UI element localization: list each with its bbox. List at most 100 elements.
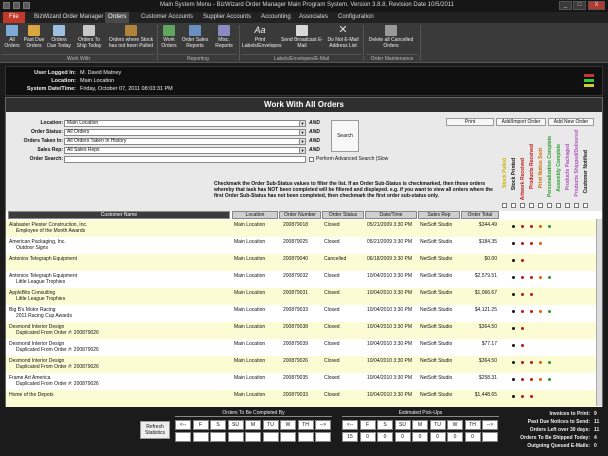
col-order-total[interactable]: Order Total [461, 211, 499, 219]
order-sales-reports-button[interactable]: Order Sales Reports [181, 25, 209, 53]
search-button[interactable]: Search [331, 120, 359, 152]
misc-reports-button[interactable]: Misc. Reports [211, 25, 237, 53]
all-orders-button[interactable]: All Orders [2, 25, 22, 53]
cell-order-number: 200879035 [283, 375, 309, 381]
add-import-order-button[interactable]: Add/Import Order [496, 118, 546, 126]
tab-bizwizard[interactable]: BizWizard Order Manager [31, 12, 106, 23]
col-order-status[interactable]: Order Status [322, 211, 364, 219]
grid-scrollbar[interactable] [596, 219, 602, 406]
substatus-checkbox[interactable] [529, 203, 534, 208]
sales-rep-select[interactable]: All Sales Reps ▼ [64, 147, 306, 154]
stat-label: Past Due Notices to Send: [527, 419, 590, 425]
col-location[interactable]: Location [232, 211, 278, 219]
substatus-dot [512, 310, 515, 313]
col-customer-name[interactable]: Customer Name [8, 211, 230, 219]
substatus-checkbox[interactable] [583, 203, 588, 208]
substatus-checkbox[interactable] [565, 203, 570, 208]
close-button[interactable]: X [588, 1, 605, 10]
print-labels-button[interactable]: Aa Print Labels/Envelopes [242, 25, 281, 53]
col-datetime[interactable]: Date/Time [365, 211, 417, 219]
tab-accounting[interactable]: Accounting [258, 12, 294, 23]
print-button[interactable]: Print [446, 118, 494, 126]
table-row[interactable]: Big B's Motor Racing Main Location 2008790… [6, 305, 602, 322]
order-search-input[interactable] [64, 156, 306, 163]
calendar-nav-button[interactable]: <-- [175, 420, 191, 430]
calendar-nav-button[interactable]: <-- [342, 420, 358, 430]
table-row[interactable]: Desmond Interior Design Main Location 2008… [6, 322, 602, 339]
substatus-checkbox[interactable] [556, 203, 561, 208]
maximize-button[interactable]: □ [573, 1, 586, 10]
orders-due-today-button[interactable]: Orders Due Today [47, 25, 71, 53]
minimize-button[interactable]: _ [559, 1, 572, 10]
substatus-checkbox[interactable] [520, 203, 525, 208]
table-row[interactable]: Desmond Interior Design Main Location 2008… [6, 339, 602, 356]
quick-save-icon[interactable] [13, 2, 20, 9]
calendar-day-count[interactable]: 0 [359, 432, 376, 442]
add-new-order-button[interactable]: Add New Order [548, 118, 594, 126]
substatus-checkbox[interactable] [574, 203, 579, 208]
col-sales-rep[interactable]: Sales Rep [418, 211, 460, 219]
cell-sales-rep: NetSoft Studio [420, 256, 453, 262]
cell-order-number: 200879039 [283, 341, 309, 347]
calendar-day-count[interactable]: 0 [394, 432, 411, 442]
calendar-day-count[interactable]: 0 [412, 432, 428, 442]
do-not-email-button[interactable]: ✕ Do Not E-Mail Address List [325, 25, 361, 53]
substatus-dot [512, 378, 515, 381]
calendar-day-count[interactable] [280, 432, 296, 442]
calendar-day-count[interactable]: 0 [377, 432, 393, 442]
col-order-number[interactable]: Order Number [279, 211, 321, 219]
ribbon: All Orders Past Due Orders Orders Due To… [0, 23, 608, 63]
stock-not-pulled-button[interactable]: Orders where Stock has not been Pulled [107, 25, 155, 53]
table-row[interactable]: Frame Art America Main Location 200879035 C… [6, 373, 602, 390]
cell-sales-rep: NetSoft Studio [420, 324, 453, 330]
calendar-day-count[interactable]: 15 [342, 432, 358, 442]
tab-associates[interactable]: Associates [296, 12, 331, 23]
calendar-nav-button[interactable]: --> [315, 420, 331, 430]
table-row[interactable]: AppleBits Consulting Main Location 2008790… [6, 288, 602, 305]
quick-undo-icon[interactable] [23, 2, 30, 9]
substatus-checkbox[interactable] [547, 203, 552, 208]
tab-orders[interactable]: Orders [105, 12, 130, 23]
calendar-day-count[interactable]: 0 [447, 432, 463, 442]
tab-file[interactable]: File [3, 12, 25, 23]
tab-configuration[interactable]: Configuration [335, 12, 377, 23]
cell-order-description: Little League Trophies [16, 296, 66, 302]
calendar-day-count[interactable] [315, 432, 331, 442]
stat-value: 11 [594, 419, 600, 425]
calendar-day-count[interactable] [227, 432, 244, 442]
calendar-day-header: M [412, 420, 428, 430]
substatus-checkbox[interactable] [538, 203, 543, 208]
table-row[interactable]: Antonios Telegraph Equipment Main Locatio… [6, 271, 602, 288]
table-row[interactable]: Desmond Interior Design Main Location 2008… [6, 356, 602, 373]
calendar-day-count[interactable] [262, 432, 279, 442]
send-broadcast-email-button[interactable]: Send Broadcast E-Mail [281, 25, 323, 53]
substatus-checkbox[interactable] [502, 203, 507, 208]
past-due-orders-button[interactable]: Past Due Orders [23, 25, 45, 53]
calendar-day-count[interactable] [297, 432, 314, 442]
substatus-dot [530, 310, 533, 313]
stat-value: 4 [594, 435, 597, 441]
calendar-day-count[interactable] [175, 432, 191, 442]
work-orders-button[interactable]: Work Orders [159, 25, 179, 53]
order-status-select[interactable]: All Orders ▼ [64, 129, 306, 136]
table-row[interactable]: Antonios Telegraph Equipment Main Locatio… [6, 254, 602, 271]
cell-sales-rep: NetSoft Studio [420, 392, 453, 398]
refresh-statistics-button[interactable]: Refresh Statistics [140, 421, 170, 439]
substatus-checkbox[interactable] [511, 203, 516, 208]
delete-cancelled-orders-button[interactable]: Delete all Cancelled Orders [366, 25, 416, 53]
orders-icon [6, 25, 18, 36]
orders-ship-today-button[interactable]: Orders To Ship Today [73, 25, 105, 53]
tab-supplier-accounts[interactable]: Supplier Accounts [200, 12, 254, 23]
table-row[interactable]: Home of the Depots Main Location 200879033… [6, 390, 602, 407]
tab-customer-accounts[interactable]: Customer Accounts [138, 12, 196, 23]
calendar-day-count[interactable] [210, 432, 226, 442]
orders-taken-select[interactable]: All Orders Taken In History ▼ [64, 138, 306, 145]
advanced-search-checkbox[interactable] [309, 157, 314, 162]
table-row[interactable]: American Packaging, Inc. Main Location 200… [6, 237, 602, 254]
calendar-day-count[interactable]: 0 [429, 432, 446, 442]
location-select[interactable]: Main Location ▼ [64, 120, 306, 127]
cell-order-total: $364.50 [478, 358, 497, 364]
table-row[interactable]: Alabaster Piester Construction, Inc. Main… [6, 220, 602, 237]
calendar-day-count[interactable] [245, 432, 261, 442]
calendar-day-count[interactable] [192, 432, 209, 442]
